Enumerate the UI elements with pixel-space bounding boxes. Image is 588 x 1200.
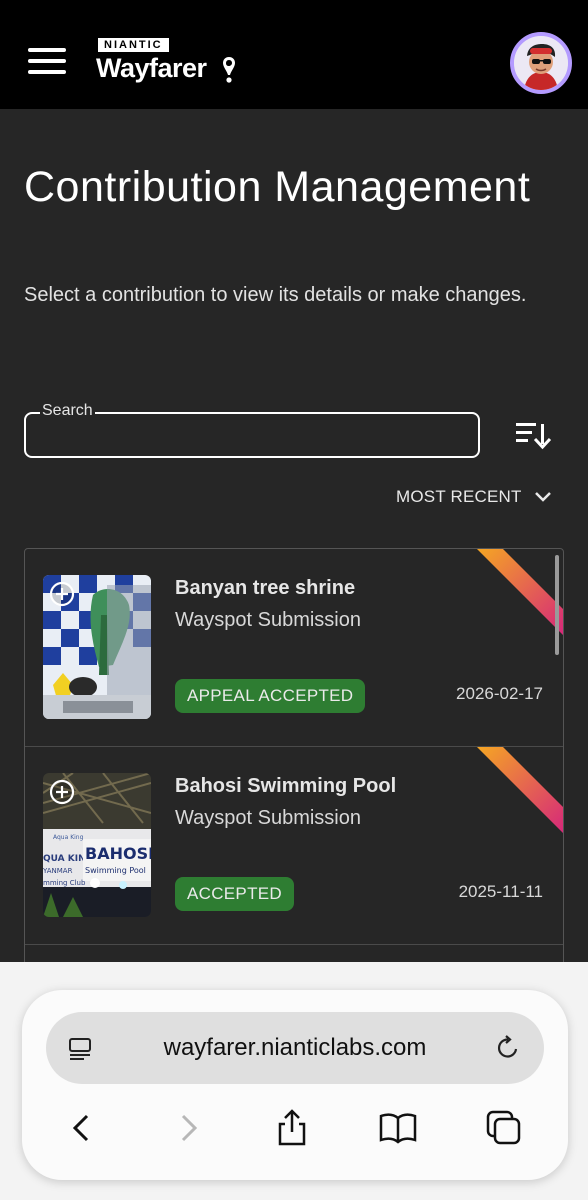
- thumb-sign-left-3: mming Club: [43, 879, 86, 887]
- contribution-list[interactable]: Banyan tree shrine Wayspot Submission AP…: [24, 548, 564, 978]
- url-text[interactable]: wayfarer.nianticlabs.com: [46, 1012, 544, 1084]
- niantic-wordmark: NIANTIC: [98, 38, 169, 52]
- thumb-sign-left-2: YANMAR: [43, 867, 73, 875]
- wayfarer-logo[interactable]: NIANTIC Wayfarer: [96, 38, 246, 88]
- thumb-sign-main-2: Swimming Pool: [85, 866, 146, 875]
- forward-arrow-icon[interactable]: [168, 1108, 208, 1148]
- contribution-row[interactable]: Aqua King QUA KING YANMAR mming Club BAH…: [25, 747, 563, 945]
- location-pin-icon: [223, 57, 235, 83]
- user-avatar[interactable]: [510, 32, 572, 94]
- page-subtitle: Select a contribution to view its detail…: [24, 284, 527, 306]
- reload-icon[interactable]: [494, 1034, 522, 1062]
- list-scrollbar[interactable]: [555, 555, 559, 655]
- chevron-down-icon: [534, 492, 551, 502]
- contribution-date: 2026-02-17: [456, 684, 543, 703]
- add-circle-icon[interactable]: [49, 581, 75, 607]
- contribution-thumbnail: Aqua King QUA KING YANMAR mming Club BAH…: [43, 773, 151, 917]
- search-label: Search: [40, 402, 95, 420]
- search-input[interactable]: [36, 422, 466, 448]
- ribbon-corner-icon: [477, 549, 563, 635]
- contribution-date: 2025-11-11: [458, 882, 543, 901]
- ribbon-corner-icon: [477, 747, 563, 833]
- status-badge: ACCEPTED: [175, 877, 294, 911]
- app-header: NIANTIC Wayfarer: [0, 0, 588, 109]
- browser-toolbar: wayfarer.nianticlabs.com: [0, 962, 588, 1200]
- contribution-type: Wayspot Submission: [175, 609, 361, 631]
- contribution-title: Banyan tree shrine: [175, 577, 356, 599]
- add-circle-icon[interactable]: [49, 779, 75, 805]
- status-badge: APPEAL ACCEPTED: [175, 679, 366, 713]
- bookmarks-icon[interactable]: [378, 1108, 418, 1148]
- address-bar[interactable]: wayfarer.nianticlabs.com: [46, 1012, 544, 1084]
- contribution-row[interactable]: Banyan tree shrine Wayspot Submission AP…: [25, 549, 563, 747]
- browser-toolbar-card: wayfarer.nianticlabs.com: [22, 990, 568, 1180]
- sort-descending-icon[interactable]: [514, 418, 554, 452]
- contribution-type: Wayspot Submission: [175, 807, 361, 829]
- page-title: Contribution Management: [24, 163, 531, 211]
- share-icon[interactable]: [272, 1108, 312, 1148]
- thumb-sign-main: BAHOSI: [85, 844, 151, 863]
- back-arrow-icon[interactable]: [62, 1108, 102, 1148]
- sort-order-dropdown[interactable]: MOST RECENT: [396, 484, 552, 510]
- thumb-sign-small: Aqua King: [53, 834, 84, 841]
- contribution-title: Bahosi Swimming Pool: [175, 775, 397, 797]
- hamburger-menu-icon[interactable]: [28, 46, 68, 76]
- wayfarer-wordmark: Wayfarer: [96, 53, 207, 83]
- contribution-thumbnail: [43, 575, 151, 719]
- tabs-icon[interactable]: [484, 1108, 524, 1148]
- sort-order-label: MOST RECENT: [396, 487, 522, 506]
